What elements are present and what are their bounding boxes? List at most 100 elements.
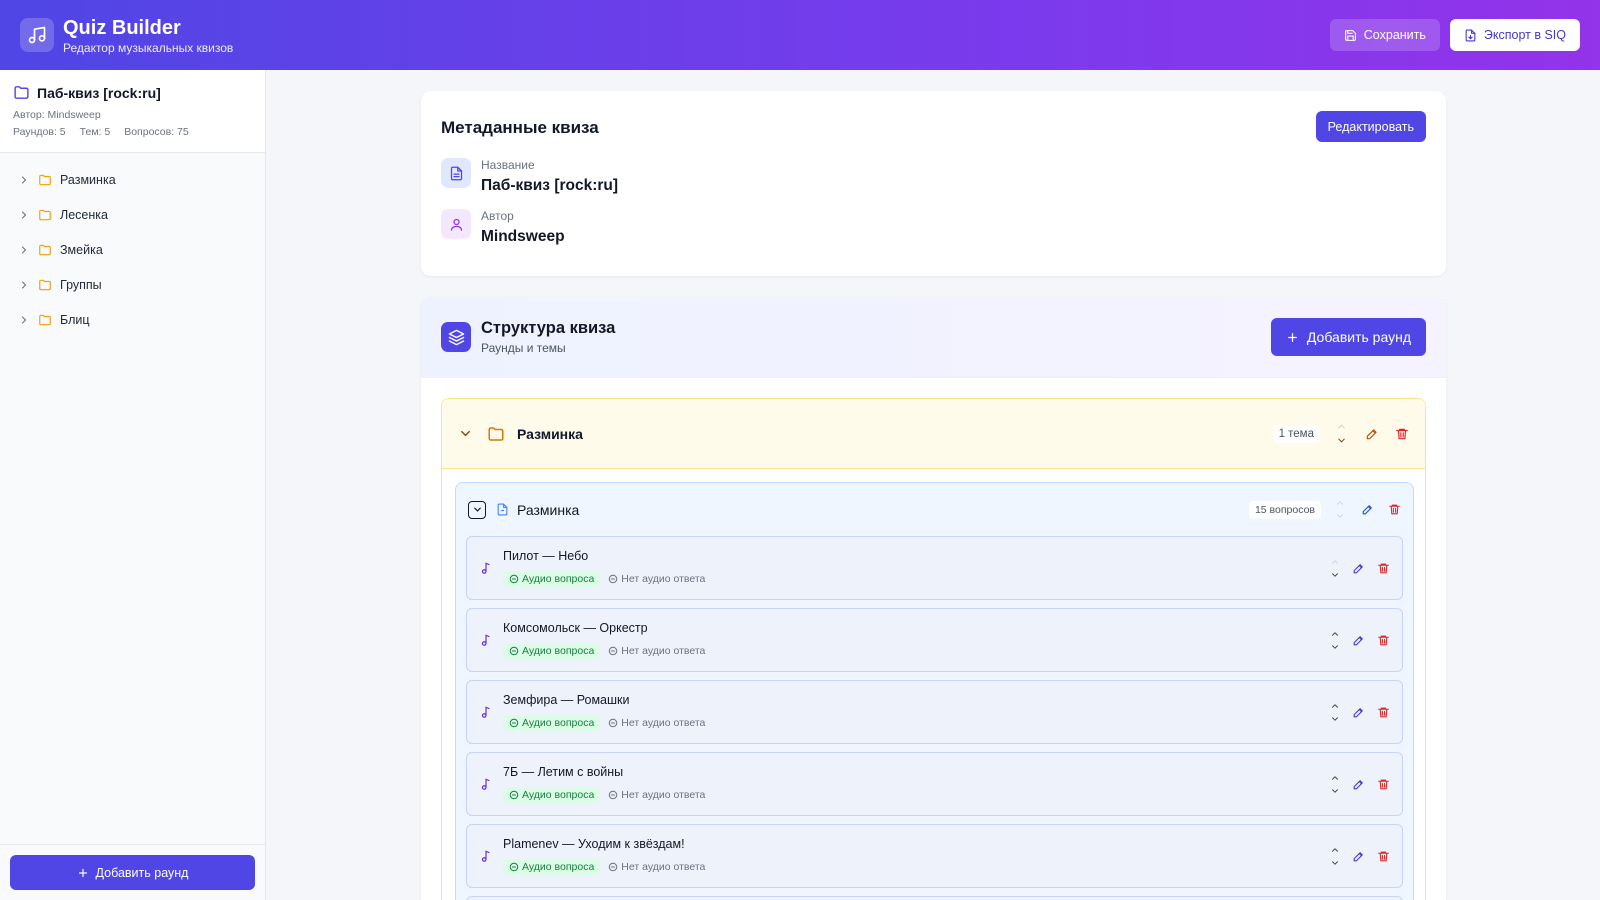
move-down-icon[interactable]: [1330, 570, 1340, 580]
sidebar-item-zmeyka[interactable]: Змейка: [0, 232, 265, 267]
check-circle-icon: [509, 574, 519, 584]
sidebar-quiz-info: Паб-квиз [rock:ru] Автор: Mindsweep Раун…: [0, 70, 265, 153]
plus-icon: [1286, 331, 1299, 344]
chevron-right-icon[interactable]: [18, 314, 30, 326]
question-item[interactable]: 7Б — Летим с войны Аудио вопроса Нет ауд…: [466, 752, 1403, 816]
music-note-icon: [479, 705, 493, 719]
theme-razminka: Разминка 15 вопросов Пилот — Небо Аудио …: [455, 482, 1414, 900]
collapse-toggle-icon[interactable]: [468, 500, 486, 519]
folder-icon: [38, 173, 52, 187]
audio-question-badge: Аудио вопроса: [503, 715, 601, 731]
question-item[interactable]: Пилот — Небо Аудио вопроса Нет аудио отв…: [466, 536, 1403, 600]
no-audio-answer-badge: Нет аудио ответа: [608, 789, 705, 801]
move-down-icon[interactable]: [1330, 786, 1340, 796]
edit-pencil-icon[interactable]: [1352, 850, 1365, 863]
audio-answer-label: Нет аудио ответа: [621, 717, 706, 729]
move-up-icon[interactable]: [1330, 629, 1340, 639]
folder-icon: [38, 278, 52, 292]
sidebar-item-gruppy[interactable]: Группы: [0, 267, 265, 302]
save-button[interactable]: Сохранить: [1329, 19, 1440, 51]
edit-pencil-icon[interactable]: [1365, 427, 1379, 441]
question-item[interactable]: [466, 896, 1403, 900]
sidebar-item-label: Группы: [60, 277, 102, 292]
no-audio-answer-badge: Нет аудио ответа: [608, 861, 705, 873]
metadata-title: Метаданные квиза: [441, 118, 599, 137]
audio-answer-label: Нет аудио ответа: [621, 645, 706, 657]
trash-icon[interactable]: [1377, 706, 1390, 719]
music-note-icon: [20, 18, 54, 52]
export-siq-button[interactable]: Экспорт в SIQ: [1449, 19, 1580, 51]
audio-question-badge: Аудио вопроса: [503, 787, 601, 803]
chevron-right-icon[interactable]: [18, 244, 30, 256]
trash-icon[interactable]: [1377, 778, 1390, 791]
question-title: Комсомольск — Оркестр: [503, 621, 648, 635]
theme-question-count: 15 вопросов: [1248, 500, 1321, 519]
question-item[interactable]: Земфира — Ромашки Аудио вопроса Нет ауди…: [466, 680, 1403, 744]
edit-pencil-icon[interactable]: [1352, 634, 1365, 647]
move-up-icon[interactable]: [1330, 773, 1340, 783]
chevron-right-icon[interactable]: [18, 174, 30, 186]
sidebar-item-blits[interactable]: Блиц: [0, 302, 265, 337]
chevron-right-icon[interactable]: [18, 279, 30, 291]
trash-icon[interactable]: [1377, 562, 1390, 575]
move-up-icon[interactable]: [1330, 845, 1340, 855]
metadata-card: Метаданные квиза Редактировать Название …: [421, 91, 1446, 276]
edit-pencil-icon[interactable]: [1361, 503, 1374, 516]
sidebar-quiz-title: Паб-квиз [rock:ru]: [37, 84, 161, 101]
trash-icon[interactable]: [1377, 634, 1390, 647]
move-down-icon[interactable]: [1330, 858, 1340, 868]
name-value: Паб-квиз [rock:ru]: [481, 177, 619, 194]
check-circle-icon: [509, 718, 519, 728]
folder-icon: [38, 313, 52, 327]
sidebar-footer: Добавить раунд: [0, 844, 265, 900]
trash-icon[interactable]: [1395, 427, 1409, 441]
trash-icon[interactable]: [1377, 850, 1390, 863]
music-note-icon: [479, 777, 493, 791]
no-audio-answer-badge: Нет аудио ответа: [608, 645, 705, 657]
edit-pencil-icon[interactable]: [1352, 778, 1365, 791]
edit-pencil-icon[interactable]: [1352, 706, 1365, 719]
move-up-icon[interactable]: [1335, 498, 1345, 508]
move-down-icon[interactable]: [1330, 714, 1340, 724]
minus-circle-icon: [608, 790, 618, 800]
export-label: Экспорт в SIQ: [1483, 28, 1566, 42]
sidebar-item-razminka[interactable]: Разминка: [0, 162, 265, 197]
move-up-icon[interactable]: [1330, 557, 1340, 567]
chevron-down-icon[interactable]: [458, 426, 473, 441]
sidebar-item-lesenka[interactable]: Лесенка: [0, 197, 265, 232]
move-down-icon[interactable]: [1336, 435, 1347, 446]
round-razminka: Разминка 1 тема Разминка 15 вопросов Пил…: [441, 398, 1426, 900]
trash-icon[interactable]: [1388, 503, 1401, 516]
theme-header: Разминка 15 вопросов: [456, 483, 1413, 536]
structure-card: Структура квиза Раунды и темы Добавить р…: [421, 297, 1446, 900]
edit-metadata-button[interactable]: Редактировать: [1315, 111, 1426, 142]
sidebar-add-round-button[interactable]: Добавить раунд: [10, 855, 255, 890]
audio-question-label: Аудио вопроса: [522, 717, 595, 729]
music-note-icon: [479, 633, 493, 647]
round-theme-count: 1 тема: [1272, 424, 1320, 443]
music-note-icon: [479, 561, 493, 575]
audio-question-badge: Аудио вопроса: [503, 571, 601, 587]
check-circle-icon: [509, 862, 519, 872]
move-up-icon[interactable]: [1336, 421, 1347, 432]
move-down-icon[interactable]: [1330, 642, 1340, 652]
app-title: Quiz Builder: [63, 16, 181, 39]
rounds-count: Раундов: 5: [13, 126, 66, 138]
move-up-icon[interactable]: [1330, 701, 1340, 711]
add-round-button[interactable]: Добавить раунд: [1270, 318, 1426, 356]
question-title: Plamenev — Уходим к звёздам!: [503, 837, 685, 851]
structure-title: Структура квиза: [481, 319, 616, 337]
sidebar-item-label: Разминка: [60, 172, 116, 187]
themes-count: Тем: 5: [79, 126, 111, 138]
minus-circle-icon: [608, 574, 618, 584]
name-label: Название: [481, 158, 535, 172]
user-icon: [441, 209, 471, 239]
questions-count: Вопросов: 75: [124, 126, 189, 138]
chevron-right-icon[interactable]: [18, 209, 30, 221]
add-round-label: Добавить раунд: [95, 865, 189, 880]
minus-circle-icon: [608, 646, 618, 656]
question-item[interactable]: Комсомольск — Оркестр Аудио вопроса Нет …: [466, 608, 1403, 672]
edit-pencil-icon[interactable]: [1352, 562, 1365, 575]
move-down-icon[interactable]: [1335, 511, 1345, 521]
question-item[interactable]: Plamenev — Уходим к звёздам! Аудио вопро…: [466, 824, 1403, 888]
